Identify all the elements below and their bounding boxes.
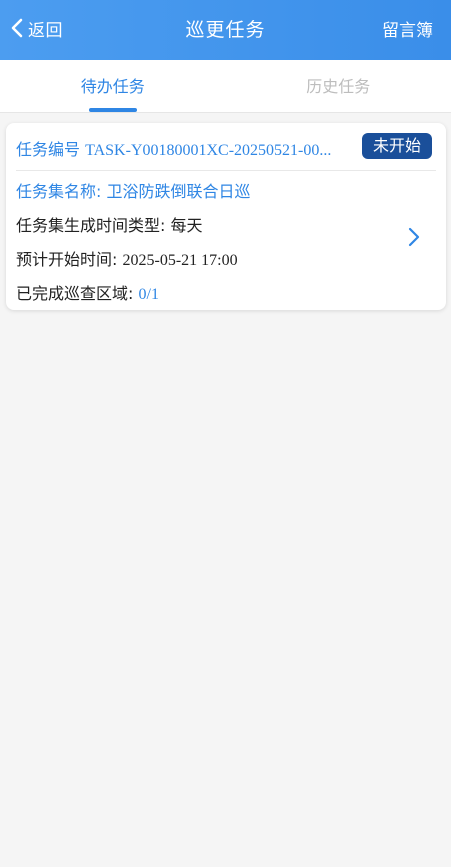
task-gen-type: 任务集生成时间类型: 每天: [16, 212, 203, 236]
task-number-label: 任务编号: [16, 140, 81, 159]
task-card-header: 任务编号 TASK-Y00180001XC-20250521-00... 未开始: [16, 123, 436, 171]
tab-pending[interactable]: 待办任务: [0, 60, 226, 112]
task-progress-label: 已完成巡查区域:: [16, 284, 134, 303]
task-gen-type-label: 任务集生成时间类型:: [16, 216, 166, 235]
task-number: 任务编号 TASK-Y00180001XC-20250521-00...: [16, 136, 348, 160]
tab-pending-label: 待办任务: [80, 77, 145, 96]
status-badge: 未开始: [361, 133, 432, 159]
tab-bar: 待办任务 历史任务: [0, 60, 451, 113]
task-start-time-value: 2025-05-21 17:00: [122, 252, 238, 269]
task-start-time: 预计开始时间: 2025-05-21 17:00: [16, 246, 238, 270]
task-start-time-label: 预计开始时间:: [16, 250, 118, 269]
chevron-right-icon: [408, 227, 420, 247]
task-card[interactable]: 任务编号 TASK-Y00180001XC-20250521-00... 未开始…: [6, 123, 446, 310]
tab-history[interactable]: 历史任务: [226, 60, 451, 112]
task-set-name-label: 任务集名称:: [16, 182, 102, 201]
tab-active-indicator: [88, 108, 137, 112]
task-gen-type-value: 每天: [170, 216, 203, 235]
tab-history-label: 历史任务: [306, 77, 371, 96]
task-number-value: TASK-Y00180001XC-20250521-00...: [85, 142, 332, 159]
task-set-name-value: 卫浴防跌倒联合日巡: [106, 182, 251, 201]
task-set-name: 任务集名称: 卫浴防跌倒联合日巡: [16, 178, 251, 202]
task-progress: 已完成巡查区域: 0/1: [16, 280, 159, 304]
guestbook-button[interactable]: 留言簿: [382, 16, 433, 41]
task-progress-value: 0/1: [138, 286, 159, 303]
app-header: 返回 巡更任务 留言簿: [0, 0, 451, 60]
